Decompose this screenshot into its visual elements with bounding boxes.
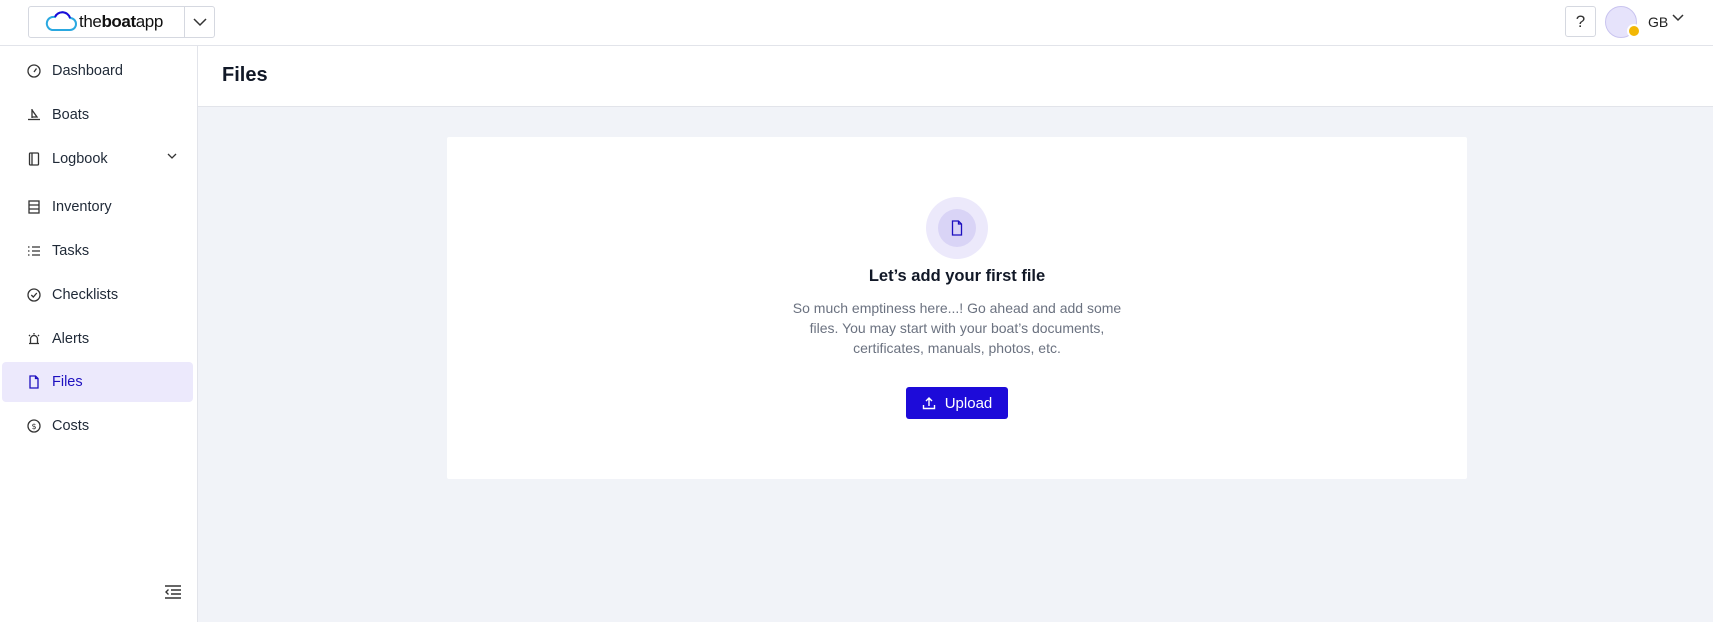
sidebar-item-label: Costs [52,418,90,434]
sidebar-item-checklists[interactable]: Checklists [2,275,193,315]
cloud-logo-icon [45,11,77,31]
page-title: Files [222,64,268,86]
empty-state-illustration [926,197,988,259]
upload-icon [922,397,935,410]
brand-name: theboatapp [79,12,163,31]
svg-text:$: $ [31,422,36,431]
sidebar: Dashboard Boats Logbook Inventory Tasks … [0,46,198,622]
chevron-down-icon [192,17,207,26]
sidebar-item-dashboard[interactable]: Dashboard [2,51,193,91]
sidebar-item-tasks[interactable]: Tasks [2,231,193,271]
page-header: Files [198,46,1713,107]
sidebar-item-alerts[interactable]: Alerts [2,319,193,359]
user-menu-chevron-icon[interactable] [1672,14,1684,22]
sidebar-item-logbook[interactable]: Logbook [2,139,193,179]
top-bar: theboatapp ? GB [0,0,1713,46]
inventory-icon [26,199,42,215]
boat-switcher[interactable]: theboatapp [28,6,215,38]
sidebar-item-inventory[interactable]: Inventory [2,187,193,227]
empty-state-description: So much emptiness here...! Go ahead and … [792,300,1122,356]
chevron-down-icon[interactable] [167,153,177,160]
help-button[interactable]: ? [1565,6,1596,37]
alert-icon [26,331,42,347]
user-initials[interactable]: GB [1648,14,1668,30]
sidebar-item-label: Dashboard [52,63,123,79]
collapse-sidebar-icon[interactable] [164,584,182,600]
empty-state-title: Let’s add your first file [868,267,1046,285]
sidebar-item-boats[interactable]: Boats [2,95,193,135]
sidebar-item-label: Files [52,374,83,390]
tasks-icon [26,243,42,259]
sidebar-item-label: Checklists [52,287,119,303]
file-icon [951,220,963,236]
boat-icon [26,107,42,123]
boat-dropdown-toggle[interactable] [185,7,214,37]
sidebar-item-label: Alerts [52,331,90,347]
sidebar-item-costs[interactable]: $ Costs [2,406,193,446]
avatar-status-badge [1627,24,1641,38]
costs-icon: $ [26,418,42,434]
logbook-icon [26,151,42,167]
empty-state-card: Let’s add your first file So much emptin… [447,137,1467,479]
sidebar-item-files[interactable]: Files [2,362,193,402]
sidebar-item-label: Tasks [52,243,90,259]
file-icon [26,374,42,390]
checklist-icon [26,287,42,303]
upload-button[interactable]: Upload [906,387,1008,419]
sidebar-item-label: Boats [52,107,90,123]
upload-button-label: Upload [944,394,993,412]
sidebar-item-label: Inventory [52,199,112,215]
dashboard-icon [26,63,42,79]
sidebar-item-label: Logbook [52,151,108,167]
brand-logo[interactable]: theboatapp [29,7,185,37]
